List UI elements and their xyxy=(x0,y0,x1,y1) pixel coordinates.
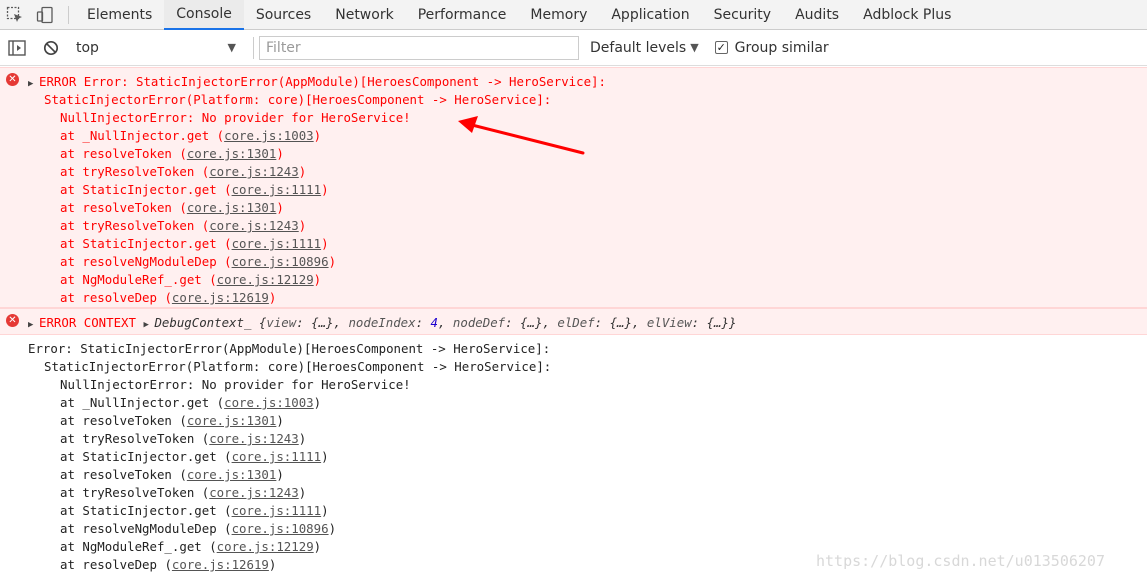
watermark: https://blog.csdn.net/u013506207 xyxy=(816,552,1105,570)
annotation-arrow xyxy=(458,116,585,155)
